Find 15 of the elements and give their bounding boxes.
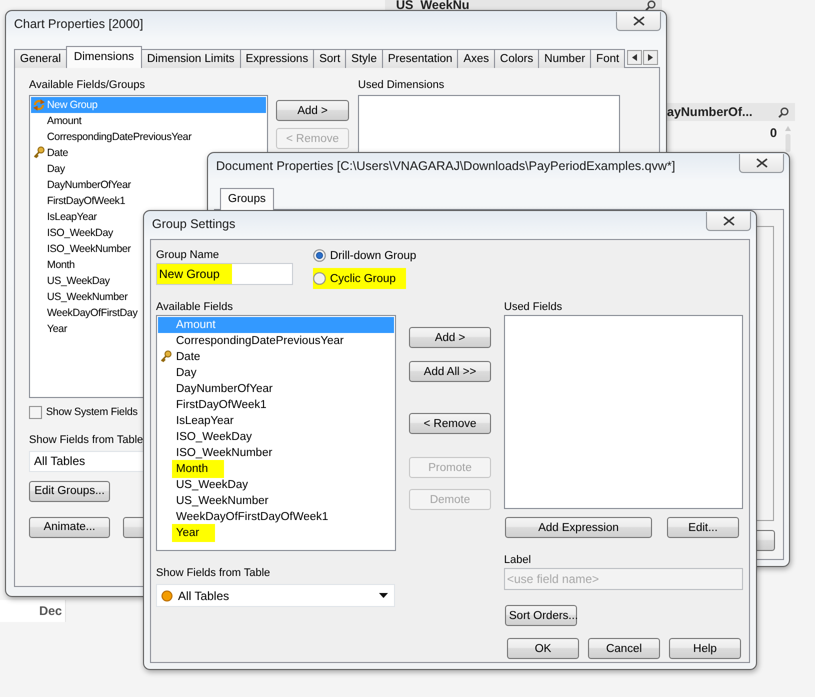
window-title: Group Settings	[152, 217, 236, 231]
list-header-title: US_WeekNu	[396, 0, 470, 12]
window-title: Document Properties [C:\Users\VNAGARAJ\Downloads\PayPeriodExamples.qvw*]	[216, 159, 676, 173]
label: Show Fields from Table	[29, 434, 144, 446]
label: Label	[504, 554, 531, 566]
label: Show Fields from Table	[156, 567, 270, 579]
window-title: Chart Properties [2000]	[14, 17, 144, 31]
label: Available Fields	[156, 301, 233, 313]
label: Used Fields	[504, 301, 562, 313]
label: Group Name	[156, 249, 219, 261]
list-header-title: ayNumberOf...	[667, 105, 752, 119]
label: Available Fields/Groups	[29, 79, 145, 91]
cell-text: Dec	[39, 604, 62, 618]
list-value: 0	[770, 126, 777, 140]
label: Used Dimensions	[358, 79, 444, 91]
